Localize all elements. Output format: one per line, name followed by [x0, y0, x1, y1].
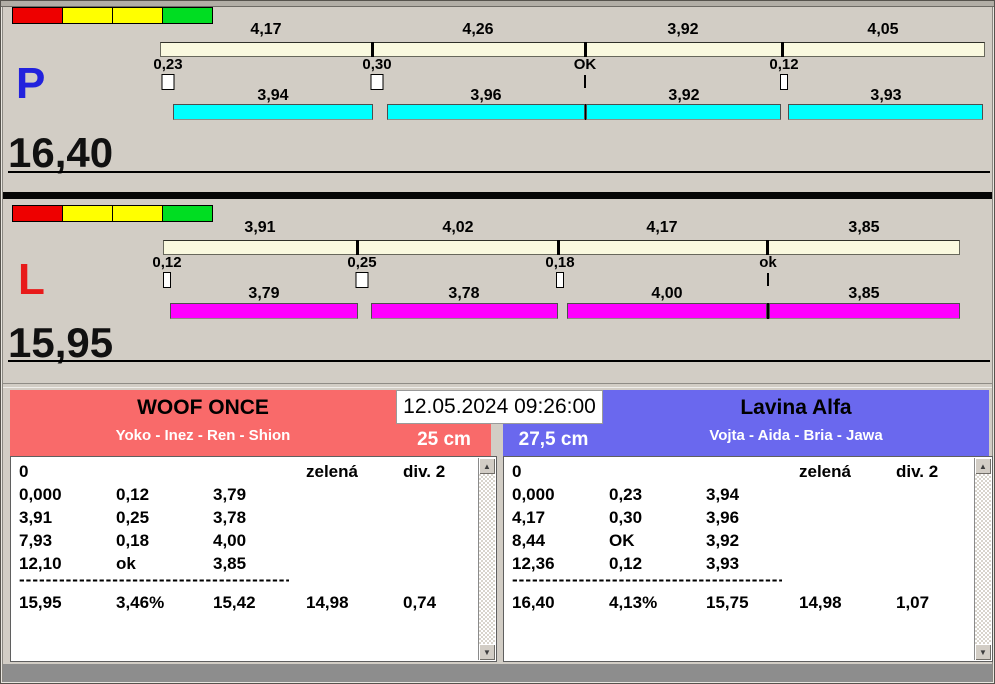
total-cell: 0,74 [403, 593, 437, 612]
result-cell: div. 2 [403, 462, 446, 481]
crossing-time-label: ok [759, 254, 777, 271]
result-cell: 3,93 [706, 554, 740, 573]
team-right-jump-height: 27,5 cm [518, 429, 589, 450]
result-cell: 3,96 [706, 508, 740, 527]
crossing-indicator-box [556, 272, 564, 288]
team-right-name: Lavina Alfa [740, 396, 852, 419]
result-cell: 3,92 [706, 531, 740, 550]
result-cell: OK [609, 531, 635, 550]
status-strip-segment [63, 206, 112, 221]
status-strip [12, 205, 213, 222]
result-cell: 0,12 [609, 554, 643, 573]
race-datetime: 12.05.2024 09:26:00 [396, 390, 603, 424]
result-cell: 4,17 [512, 508, 546, 527]
crossing-time-label: 0,18 [545, 254, 575, 271]
run-time-label: 3,85 [848, 285, 880, 302]
result-cell: 12,10 [19, 554, 62, 573]
scroll-up-icon[interactable]: ▲ [975, 458, 991, 474]
total-cell: 15,75 [706, 593, 749, 612]
run-time-label: 3,78 [448, 285, 480, 302]
results-scrollbar[interactable]: ▲ ▼ [974, 458, 991, 660]
result-cell: 3,79 [213, 485, 247, 504]
result-cell: zelená [306, 462, 358, 481]
run-bar-segment [371, 303, 558, 319]
split-time-label: 3,85 [848, 219, 880, 236]
total-cell: 15,95 [19, 593, 62, 612]
crossing-ok-tick [767, 273, 769, 286]
team-right-members: Vojta - Aida - Bria - Jawa [709, 427, 883, 444]
result-cell: 3,94 [706, 485, 740, 504]
status-strip-segment [13, 206, 62, 221]
scroll-down-icon[interactable]: ▼ [479, 644, 495, 660]
result-cell: 0,000 [19, 485, 62, 504]
result-cell: 3,85 [213, 554, 247, 573]
result-cell: 3,78 [213, 508, 247, 527]
split-time-label: 4,17 [646, 219, 678, 236]
split-bar-divider [356, 240, 359, 255]
result-cell: div. 2 [896, 462, 939, 481]
bottom-status-band [3, 664, 992, 682]
result-cell: 0,30 [609, 508, 643, 527]
team-left-members: Yoko - Inez - Ren - Shion [115, 427, 291, 444]
scroll-down-icon[interactable]: ▼ [975, 644, 991, 660]
status-strip-segment [163, 206, 212, 221]
crossing-time-label: 0,25 [347, 254, 377, 271]
total-cell: 1,07 [896, 593, 930, 612]
lane-left-letter: L [18, 255, 45, 304]
total-cell: 14,98 [799, 593, 842, 612]
run-bar-segment [170, 303, 358, 319]
results-scrollbar[interactable]: ▲ ▼ [478, 458, 495, 660]
status-strip-segment [113, 206, 162, 221]
result-cell: 0,18 [116, 531, 150, 550]
crossing-indicator-box [355, 272, 369, 288]
flyball-timing-window: P 16,40 4,17 0,23 3,94 4,26 0,30 3,96 3,92 OK 3,… [0, 0, 995, 684]
run-bar-segment [769, 303, 960, 319]
run-time-label: 3,79 [248, 285, 280, 302]
run-bar-segment [567, 303, 767, 319]
total-cell: 4,13% [609, 593, 658, 612]
run-time-label: 4,00 [651, 285, 683, 302]
scroll-up-icon[interactable]: ▲ [479, 458, 495, 474]
result-cell: 0,12 [116, 485, 150, 504]
split-time-label: 4,02 [442, 219, 474, 236]
team-left-results-list[interactable]: 0 zelená div. 2 0,000 0,12 3,79 3,91 0,25 3,78 7,… [10, 456, 497, 662]
totals-separator: ----------------------------------------… [512, 571, 782, 588]
result-cell: 3,91 [19, 508, 53, 527]
total-cell: 15,42 [213, 593, 256, 612]
result-cell: 4,00 [213, 531, 247, 550]
team-right-results-list[interactable]: 0 zelená div. 2 0,000 0,23 3,94 4,17 0,30 3,96 8,… [503, 456, 993, 662]
team-left-jump-height: 25 cm [417, 429, 471, 450]
result-cell: 0,23 [609, 485, 643, 504]
split-bar [163, 240, 960, 255]
result-cell: 0 [512, 462, 522, 481]
split-bar-divider [557, 240, 560, 255]
split-time-label: 3,91 [244, 219, 276, 236]
result-cell: 0,25 [116, 508, 150, 527]
total-cell: 14,98 [306, 593, 349, 612]
crossing-indicator-box [163, 272, 171, 288]
team-left-name: WOOF ONCE [137, 396, 269, 419]
result-cell: 7,93 [19, 531, 53, 550]
result-cell: 0,000 [512, 485, 555, 504]
total-cell: 3,46% [116, 593, 165, 612]
result-cell: ok [116, 554, 136, 573]
section-groove [3, 383, 992, 388]
result-cell: 12,36 [512, 554, 555, 573]
crossing-time-label: 0,12 [152, 254, 182, 271]
split-bar-divider [766, 240, 769, 255]
result-cell: 8,44 [512, 531, 546, 550]
result-cell: zelená [799, 462, 851, 481]
total-cell: 16,40 [512, 593, 555, 612]
result-cell: 0 [19, 462, 29, 481]
lane-left-underline [8, 360, 990, 362]
totals-separator: ----------------------------------------… [19, 571, 289, 588]
lane-left-total-time: 15,95 [8, 319, 114, 366]
